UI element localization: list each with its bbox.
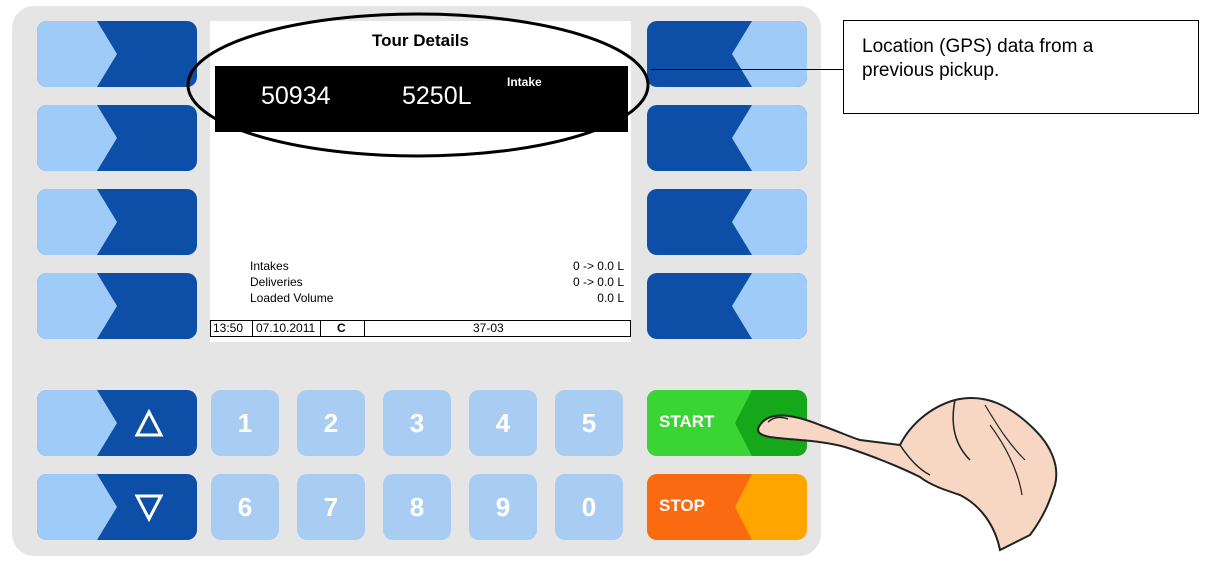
key-8[interactable]: 8 <box>383 474 451 540</box>
tour-type: Intake <box>507 75 542 89</box>
key-5[interactable]: 5 <box>555 390 623 456</box>
deliveries-value: 0 -> 0.0 L <box>572 275 624 289</box>
left-softkey-3[interactable] <box>37 189 197 255</box>
callout-box: Location (GPS) data from a previous pick… <box>843 20 1199 114</box>
scroll-up-button[interactable] <box>37 390 197 456</box>
key-1[interactable]: 1 <box>211 390 279 456</box>
loaded-volume-label: Loaded Volume <box>250 291 334 305</box>
intakes-label: Intakes <box>250 259 289 273</box>
status-code: 37-03 <box>473 321 504 335</box>
left-softkey-4[interactable] <box>37 273 197 339</box>
key-9[interactable]: 9 <box>469 474 537 540</box>
key-0[interactable]: 0 <box>555 474 623 540</box>
right-softkey-1[interactable] <box>647 21 807 87</box>
tour-banner[interactable]: 50934 5250L Intake <box>215 66 628 132</box>
stop-label: STOP <box>659 496 705 515</box>
status-date: 07.10.2011 <box>256 321 316 335</box>
intakes-value: 0 -> 0.0 L <box>572 259 624 273</box>
display-screen: Tour Details 50934 5250L Intake Intakes … <box>210 21 631 342</box>
key-2[interactable]: 2 <box>297 390 365 456</box>
start-button[interactable]: START <box>647 390 807 456</box>
right-softkey-4[interactable] <box>647 273 807 339</box>
status-mode: C <box>337 321 346 335</box>
scroll-down-button[interactable] <box>37 474 197 540</box>
status-bar: 13:50 07.10.2011 C 37-03 <box>210 320 631 337</box>
stop-button[interactable]: STOP <box>647 474 807 540</box>
status-time: 13:50 <box>213 321 244 335</box>
screen-title: Tour Details <box>372 31 469 50</box>
key-4[interactable]: 4 <box>469 390 537 456</box>
callout-text-line-1: Location (GPS) data from a <box>862 36 1094 57</box>
left-softkey-1[interactable] <box>37 21 197 87</box>
key-6[interactable]: 6 <box>211 474 279 540</box>
deliveries-label: Deliveries <box>250 275 303 289</box>
tour-volume: 5250L <box>402 82 472 110</box>
callout-leader-line <box>651 69 843 70</box>
loaded-volume-value: 0.0 L <box>597 291 624 305</box>
right-softkey-2[interactable] <box>647 105 807 171</box>
start-label: START <box>659 412 715 431</box>
left-softkey-2[interactable] <box>37 105 197 171</box>
key-3[interactable]: 3 <box>383 390 451 456</box>
callout-text-line-2: previous pickup. <box>862 60 1000 81</box>
key-7[interactable]: 7 <box>297 474 365 540</box>
right-softkey-3[interactable] <box>647 189 807 255</box>
tour-id: 50934 <box>261 82 331 110</box>
